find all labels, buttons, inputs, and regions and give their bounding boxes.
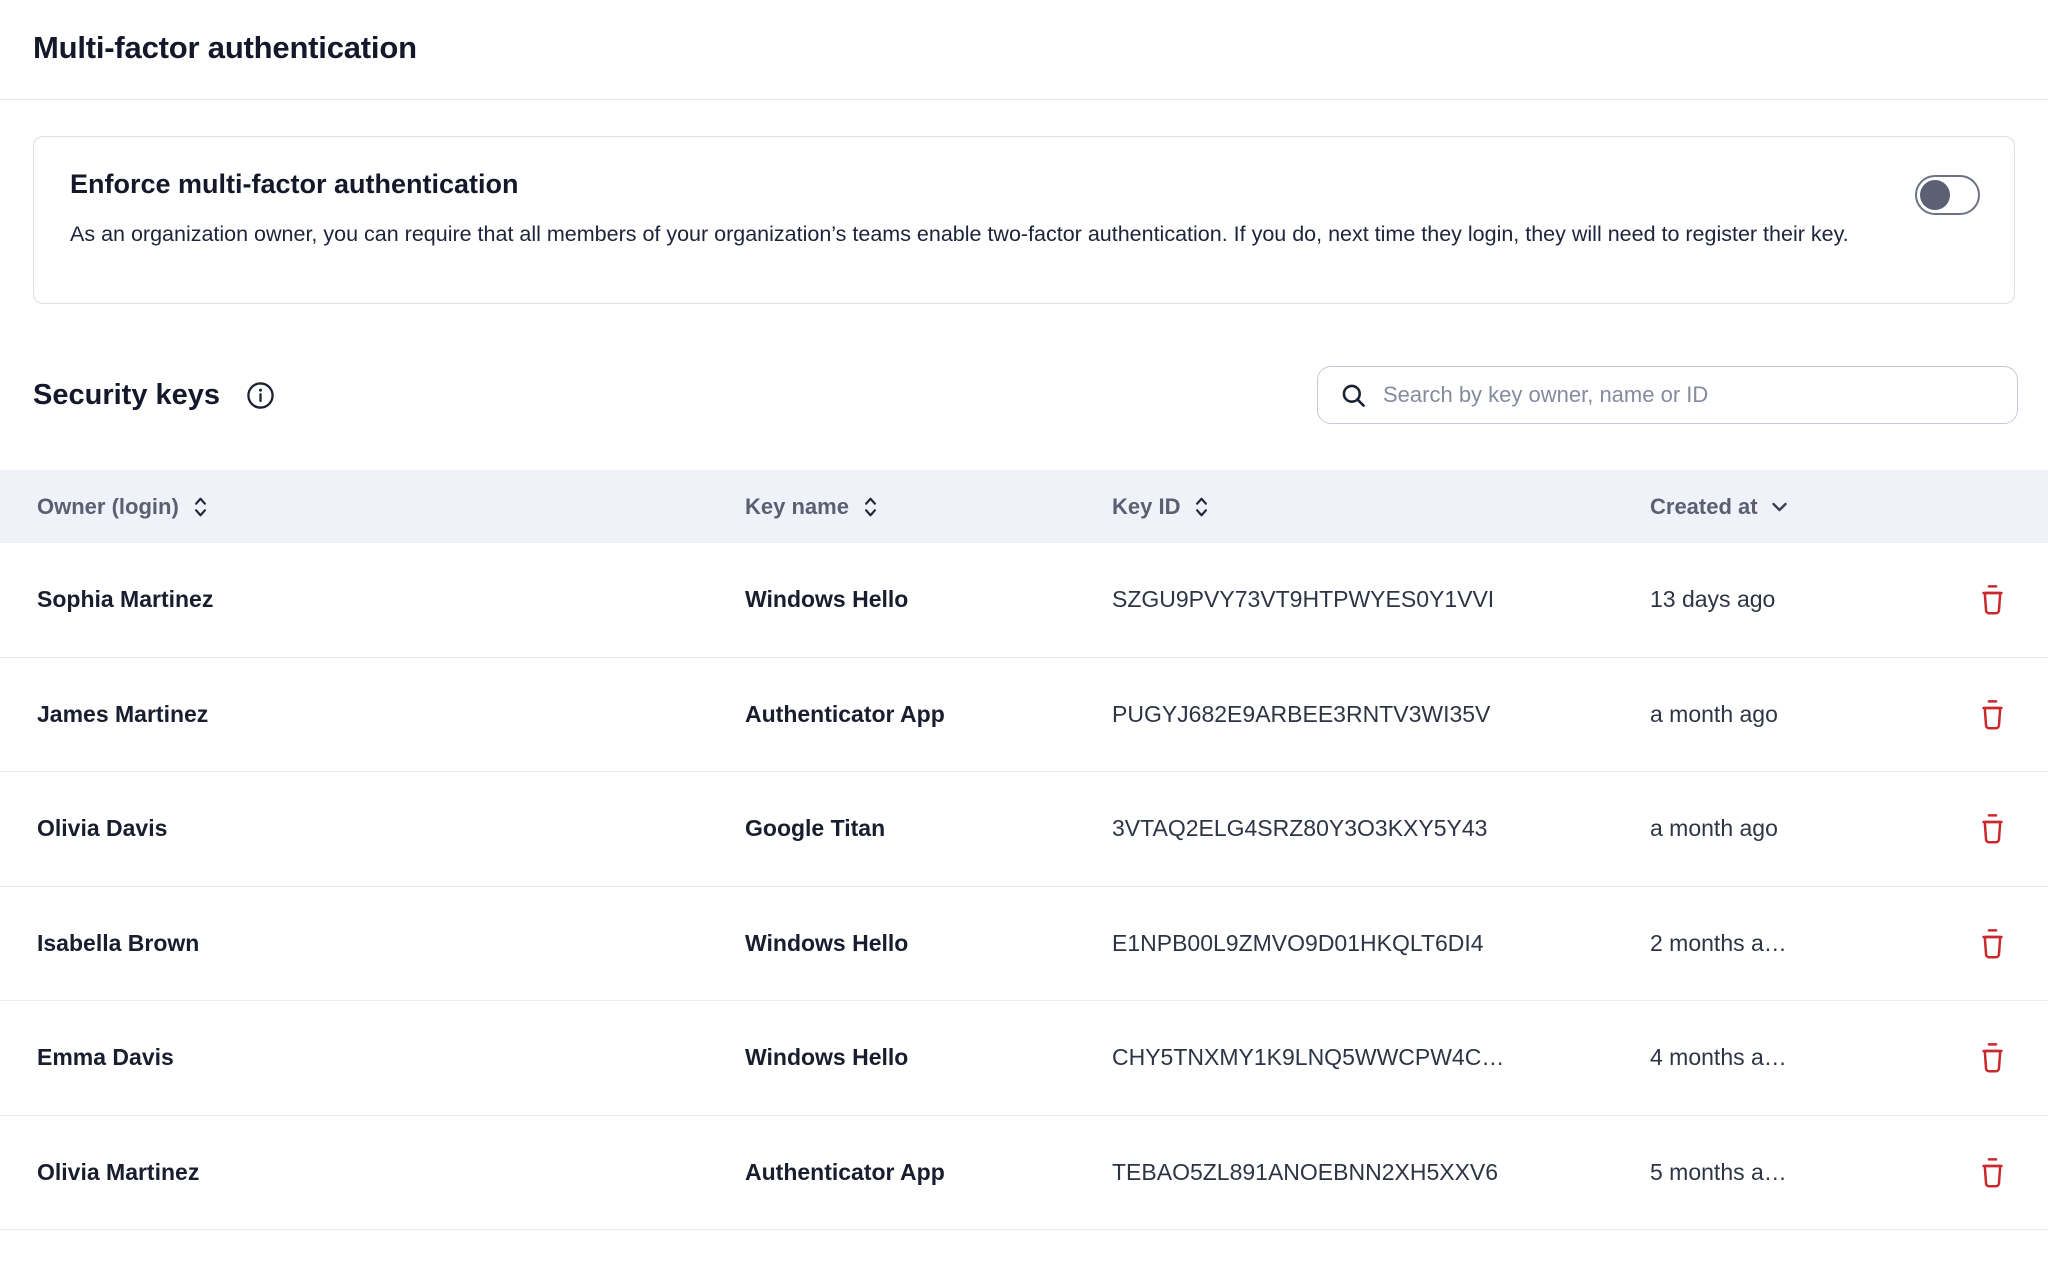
- column-label: Created at: [1650, 494, 1758, 520]
- trash-icon: [1979, 928, 2006, 959]
- key-name-cell: Google Titan: [745, 815, 1112, 842]
- key-id-cell: PUGYJ682E9ARBEE3RNTV3WI35V: [1112, 701, 1650, 728]
- page-title: Multi-factor authentication: [33, 30, 2015, 66]
- column-label: Key name: [745, 494, 849, 520]
- created-at-cell: 13 days ago: [1650, 586, 1930, 613]
- trash-icon: [1979, 813, 2006, 844]
- owner-cell: Isabella Brown: [37, 930, 745, 957]
- created-at-cell: a month ago: [1650, 815, 1930, 842]
- delete-key-button[interactable]: [1975, 809, 2010, 848]
- created-at-cell: 4 months a…: [1650, 1044, 1930, 1071]
- owner-cell: Olivia Martinez: [37, 1159, 745, 1186]
- delete-key-button[interactable]: [1975, 580, 2010, 619]
- owner-cell: Olivia Davis: [37, 815, 745, 842]
- enforce-mfa-title: Enforce multi-factor authentication: [70, 169, 1978, 200]
- security-keys-title: Security keys: [33, 379, 220, 412]
- owner-cell: Sophia Martinez: [37, 586, 745, 613]
- security-keys-table: Owner (login) Key name Key ID: [0, 470, 2048, 1230]
- toggle-knob: [1920, 180, 1950, 210]
- key-id-cell: SZGU9PVY73VT9HTPWYES0Y1VVI: [1112, 586, 1650, 613]
- sort-up-down-icon: [862, 496, 879, 518]
- key-name-cell: Authenticator App: [745, 701, 1112, 728]
- trash-icon: [1979, 584, 2006, 615]
- trash-icon: [1979, 699, 2006, 730]
- key-id-cell: CHY5TNXMY1K9LNQ5WWCPW4C…: [1112, 1044, 1650, 1071]
- enforce-mfa-card: Enforce multi-factor authentication As a…: [33, 136, 2015, 304]
- key-name-cell: Windows Hello: [745, 586, 1112, 613]
- created-at-cell: 2 months a…: [1650, 930, 1930, 957]
- table-row: Emma Davis Windows Hello CHY5TNXMY1K9LNQ…: [0, 1001, 2048, 1116]
- key-name-cell: Windows Hello: [745, 930, 1112, 957]
- delete-key-button[interactable]: [1975, 1038, 2010, 1077]
- created-at-cell: a month ago: [1650, 701, 1930, 728]
- sort-up-down-icon: [192, 496, 209, 518]
- info-icon[interactable]: [246, 381, 275, 410]
- table-row: James Martinez Authenticator App PUGYJ68…: [0, 658, 2048, 773]
- search-box: [1317, 366, 2018, 424]
- enforce-mfa-toggle[interactable]: [1915, 175, 1980, 215]
- column-header-created-at[interactable]: Created at: [1650, 494, 1930, 520]
- table-header-row: Owner (login) Key name Key ID: [0, 470, 2048, 543]
- key-name-cell: Authenticator App: [745, 1159, 1112, 1186]
- created-at-cell: 5 months a…: [1650, 1159, 1930, 1186]
- enforce-mfa-description: As an organization owner, you can requir…: [70, 216, 1870, 252]
- key-id-cell: E1NPB00L9ZMVO9D01HKQLT6DI4: [1112, 930, 1650, 957]
- sort-up-down-icon: [1193, 496, 1210, 518]
- table-row: Olivia Martinez Authenticator App TEBAO5…: [0, 1116, 2048, 1231]
- trash-icon: [1979, 1157, 2006, 1188]
- search-icon: [1340, 382, 1367, 409]
- key-id-cell: TEBAO5ZL891ANOEBNN2XH5XXV6: [1112, 1159, 1650, 1186]
- table-row: Olivia Davis Google Titan 3VTAQ2ELG4SRZ8…: [0, 772, 2048, 887]
- security-keys-bar: Security keys: [0, 366, 2048, 424]
- table-body: Sophia Martinez Windows Hello SZGU9PVY73…: [0, 543, 2048, 1230]
- column-label: Owner (login): [37, 494, 179, 520]
- table-row: Sophia Martinez Windows Hello SZGU9PVY73…: [0, 543, 2048, 658]
- search-input[interactable]: [1383, 382, 1997, 408]
- chevron-down-icon: [1771, 501, 1788, 513]
- column-header-keyid[interactable]: Key ID: [1112, 494, 1650, 520]
- key-id-cell: 3VTAQ2ELG4SRZ80Y3O3KXY5Y43: [1112, 815, 1650, 842]
- delete-key-button[interactable]: [1975, 695, 2010, 734]
- table-row: Isabella Brown Windows Hello E1NPB00L9ZM…: [0, 887, 2048, 1002]
- owner-cell: Emma Davis: [37, 1044, 745, 1071]
- column-header-keyname[interactable]: Key name: [745, 494, 1112, 520]
- delete-key-button[interactable]: [1975, 924, 2010, 963]
- owner-cell: James Martinez: [37, 701, 745, 728]
- key-name-cell: Windows Hello: [745, 1044, 1112, 1071]
- trash-icon: [1979, 1042, 2006, 1073]
- column-header-owner[interactable]: Owner (login): [37, 494, 745, 520]
- delete-key-button[interactable]: [1975, 1153, 2010, 1192]
- page-header: Multi-factor authentication: [0, 0, 2048, 100]
- column-label: Key ID: [1112, 494, 1180, 520]
